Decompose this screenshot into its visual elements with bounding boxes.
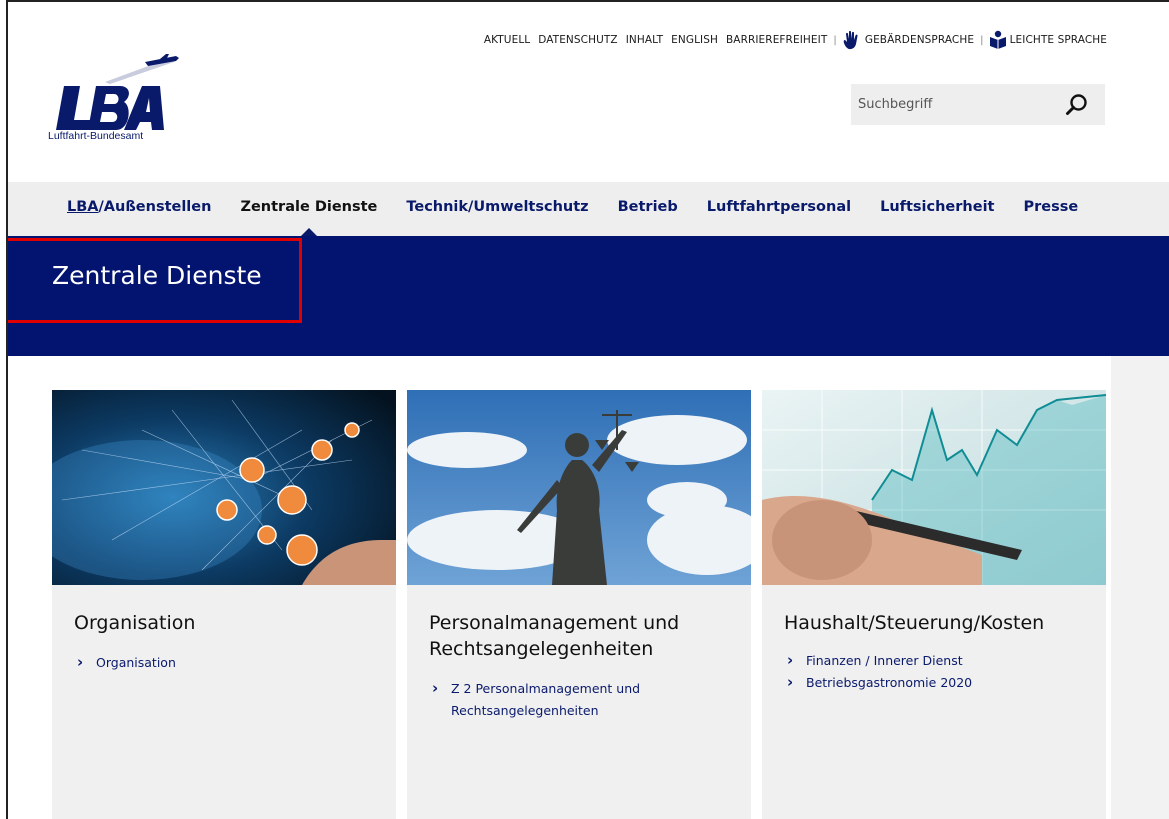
card-link-list: Organisation bbox=[74, 651, 374, 674]
meta-link-inhalt[interactable]: INHALT bbox=[626, 34, 663, 46]
logo-subtitle: Luftfahrt-Bundesamt bbox=[48, 130, 144, 142]
card-title: Haushalt/Steuerung/Kosten bbox=[784, 612, 1045, 634]
financial-chart-image bbox=[762, 390, 1106, 585]
teaser-card-personalmanagement: Personalmanagement und Rechtsangelegenhe… bbox=[407, 390, 751, 819]
search-button[interactable] bbox=[1065, 93, 1089, 117]
nav-item-lba-aussenstellen[interactable]: LBA/Außenstellen bbox=[67, 199, 211, 215]
card-link-list: Finanzen / Innerer Dienst Betriebsgastro… bbox=[784, 649, 1084, 694]
lba-logo[interactable]: Luftfahrt-Bundesamt bbox=[48, 52, 180, 147]
meta-link-aktuell[interactable]: AKTUELL bbox=[484, 34, 530, 46]
page-title: Zentrale Dienste bbox=[52, 261, 262, 290]
card-link-list: Z 2 Personalmanagement und Rechtsangeleg… bbox=[429, 677, 729, 722]
card-title: Personalmanagement und Rechtsangelegenhe… bbox=[429, 612, 680, 660]
network-people-image bbox=[52, 390, 396, 585]
meta-link-label: LEICHTE SPRACHE bbox=[1009, 34, 1107, 46]
meta-link-english[interactable]: ENGLISH bbox=[671, 34, 718, 46]
search-box bbox=[851, 84, 1105, 125]
meta-link-datenschutz[interactable]: DATENSCHUTZ bbox=[538, 34, 617, 46]
meta-link-barrierefreiheit[interactable]: BARRIEREFREIHEIT bbox=[726, 34, 827, 46]
nav-item-luftsicherheit[interactable]: Luftsicherheit bbox=[880, 199, 994, 215]
meta-separator: | bbox=[980, 34, 984, 46]
page-hero: Zentrale Dienste bbox=[8, 236, 1169, 356]
search-icon bbox=[1066, 94, 1087, 115]
meta-link-label: GEBÄRDENSPRACHE bbox=[864, 34, 975, 46]
main-navigation: LBA/Außenstellen Zentrale Dienste Techni… bbox=[8, 182, 1169, 236]
card-link-z2-personalmanagement[interactable]: Z 2 Personalmanagement und Rechtsangeleg… bbox=[429, 677, 729, 722]
meta-navigation: AKTUELL DATENSCHUTZ INHALT ENGLISH BARRI… bbox=[476, 30, 1107, 50]
nav-item-luftfahrtpersonal[interactable]: Luftfahrtpersonal bbox=[707, 199, 851, 215]
easy-language-icon bbox=[989, 30, 1006, 49]
sidebar-strip bbox=[1111, 356, 1169, 819]
nav-item-betrieb[interactable]: Betrieb bbox=[618, 199, 678, 215]
teaser-card-haushalt: Haushalt/Steuerung/Kosten Finanzen / Inn… bbox=[762, 390, 1106, 819]
card-link-betriebsgastronomie[interactable]: Betriebsgastronomie 2020 bbox=[784, 671, 1084, 694]
nav-item-technik-umweltschutz[interactable]: Technik/Umweltschutz bbox=[406, 199, 588, 215]
nav-item-presse[interactable]: Presse bbox=[1023, 199, 1078, 215]
lba-logo-mark bbox=[56, 54, 179, 130]
card-link-organisation[interactable]: Organisation bbox=[74, 651, 374, 674]
card-link-finanzen[interactable]: Finanzen / Innerer Dienst bbox=[784, 649, 1084, 672]
card-title: Organisation bbox=[74, 612, 196, 634]
teaser-card-organisation: Organisation Organisation bbox=[52, 390, 396, 819]
browser-page: AKTUELL DATENSCHUTZ INHALT ENGLISH BARRI… bbox=[6, 0, 1169, 819]
nav-item-label: LBA bbox=[67, 199, 99, 215]
meta-link-leichte-sprache[interactable]: LEICHTE SPRACHE bbox=[988, 30, 1107, 50]
nav-item-label-rest: /Außenstellen bbox=[98, 199, 212, 215]
justitia-statue-image bbox=[407, 390, 751, 585]
search-input[interactable] bbox=[856, 88, 1060, 121]
nav-item-zentrale-dienste[interactable]: Zentrale Dienste bbox=[240, 199, 377, 215]
hand-icon bbox=[843, 30, 858, 50]
meta-separator: | bbox=[833, 34, 837, 46]
meta-link-gebaerdensprache[interactable]: GEBÄRDENSPRACHE bbox=[841, 30, 974, 50]
